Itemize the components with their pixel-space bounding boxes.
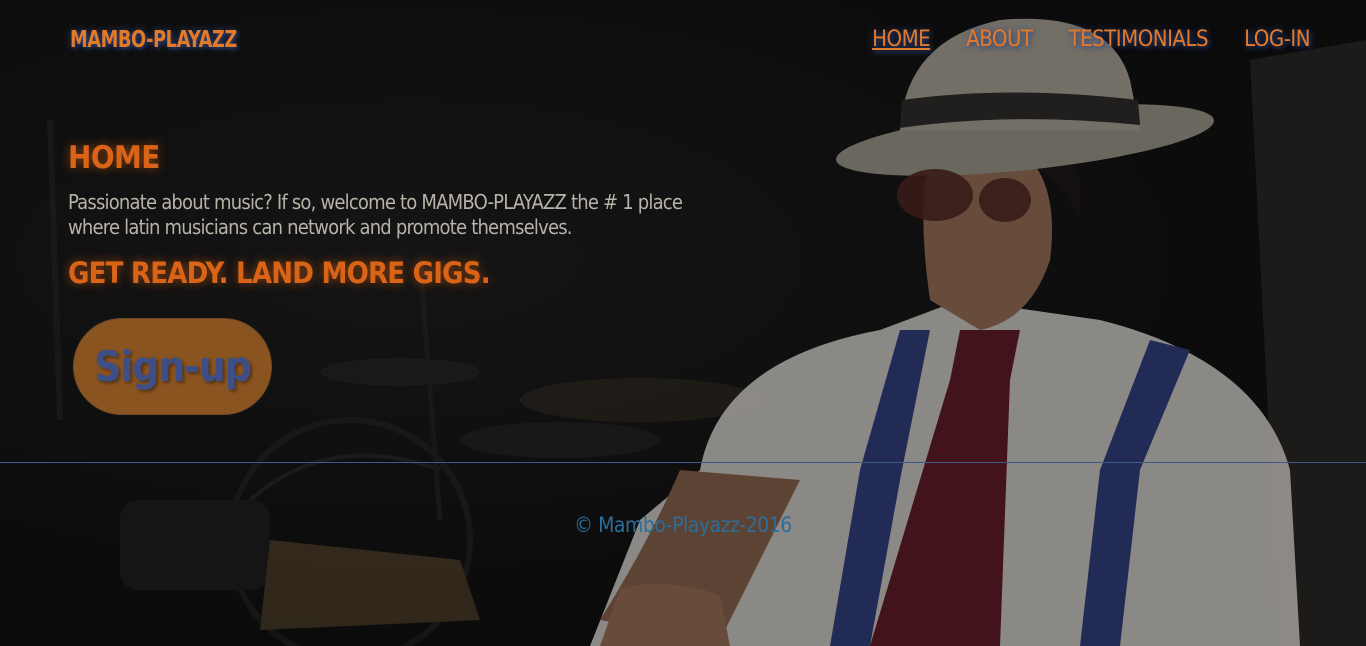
- copyright-text: © Mambo-Playazz-2016: [574, 513, 792, 537]
- intro-paragraph: Passionate about music? If so, welcome t…: [68, 190, 683, 239]
- home-section: HOME Passionate about music? If so, welc…: [68, 140, 708, 290]
- page-title: HOME: [68, 140, 160, 176]
- top-navigation: HOME ABOUT TESTIMONIALS LOG-IN: [872, 27, 1310, 52]
- signup-button[interactable]: Sign-up: [73, 318, 272, 415]
- footer-divider: [0, 462, 1366, 463]
- nav-testimonials-link[interactable]: TESTIMONIALS: [1069, 27, 1209, 52]
- tagline-heading: GET READY. LAND MORE GIGS.: [68, 256, 491, 290]
- nav-home-link[interactable]: HOME: [872, 27, 931, 52]
- brand-logo[interactable]: MAMBO-PLAYAZZ: [70, 27, 237, 53]
- nav-about-link[interactable]: ABOUT: [966, 27, 1033, 52]
- nav-login-link[interactable]: LOG-IN: [1244, 27, 1310, 52]
